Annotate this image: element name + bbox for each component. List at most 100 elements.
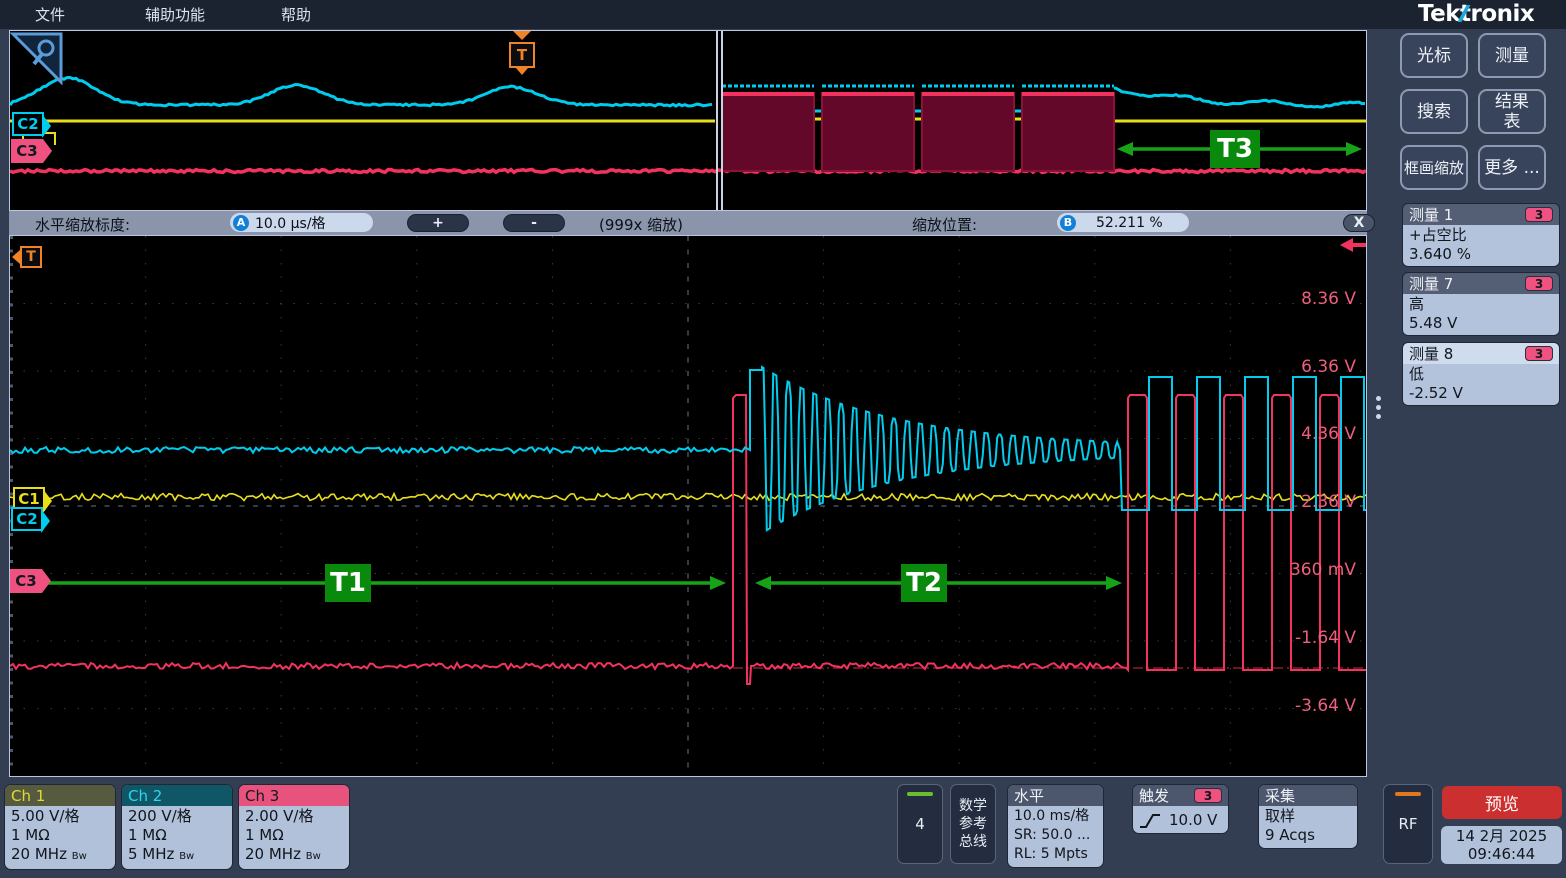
acquisition-title: 采集	[1259, 785, 1357, 806]
acquisition-count: 9 Acqs	[1265, 826, 1351, 845]
channel-2-scale: 200 V/格	[128, 807, 226, 826]
trigger-flag-box: T	[509, 42, 535, 68]
waveform-overview[interactable]	[9, 30, 1367, 211]
measurement-1-source-badge: 3	[1525, 207, 1553, 222]
knob-b-icon: B	[1060, 215, 1076, 231]
zoom-close-button[interactable]: X	[1343, 214, 1375, 232]
measurement-7-value: 5.48 V	[1409, 314, 1553, 333]
panel-drag-handle[interactable]	[1376, 396, 1382, 423]
zoom-out-button[interactable]: -	[503, 214, 565, 232]
channel-3-scale: 2.00 V/格	[245, 807, 343, 826]
zoom-scale-label: 水平缩放标度:	[35, 214, 130, 235]
measurement-7-title: 测量 7	[1409, 273, 1453, 294]
channel-4-badge[interactable]: 4	[897, 784, 943, 864]
axis-label-3: 2.36 V	[1256, 492, 1356, 512]
zoom-mode-icon[interactable]	[10, 31, 64, 85]
trigger-title: 触发	[1139, 785, 1169, 806]
zoom-window-left-edge[interactable]	[716, 31, 718, 210]
horizontal-badge[interactable]: 水平 10.0 ms/格 SR: 50.0 ... RL: 5 Mpts	[1007, 784, 1104, 868]
measurement-1-value: 3.640 %	[1409, 245, 1553, 264]
channel-2-bw-suffix: Bw	[179, 851, 194, 862]
rising-edge-icon	[1139, 813, 1161, 829]
measurement-8-title: 测量 8	[1409, 343, 1453, 364]
trigger-triangle-icon	[513, 31, 531, 40]
rf-badge[interactable]: RF	[1383, 784, 1433, 864]
channel-1-scale: 5.00 V/格	[11, 807, 109, 826]
channel-3-bandwidth: 20 MHz	[245, 845, 301, 863]
channel-1-impedance: 1 MΩ	[11, 826, 109, 845]
measurement-card-7[interactable]: 测量 7 3 高 5.48 V	[1402, 272, 1560, 336]
trigger-badge[interactable]: 触发 3 10.0 V	[1132, 784, 1229, 834]
sidebar-button-box-zoom[interactable]: 框画缩放	[1400, 145, 1468, 190]
channel-2-name: Ch 2	[122, 785, 232, 806]
measurement-7-source-badge: 3	[1525, 276, 1553, 291]
zoom-position-value: 52.211 %	[1096, 215, 1163, 231]
zoom-window-left-edge2[interactable]	[721, 31, 723, 210]
rf-color-dash	[1395, 792, 1421, 796]
zoom-in-button[interactable]: +	[407, 214, 469, 232]
acquisition-badge[interactable]: 采集 取样 9 Acqs	[1258, 784, 1358, 849]
t3-annotation-label: T3	[1210, 130, 1260, 168]
main-waveform-canvas	[10, 236, 1366, 776]
acquisition-mode: 取样	[1265, 807, 1351, 826]
zoom-scale-control[interactable]: A 10.0 µs/格	[230, 213, 373, 232]
channel-3-bw-suffix: Bw	[306, 851, 321, 862]
measurement-8-name: 低	[1409, 365, 1553, 384]
axis-label-6: -3.64 V	[1256, 696, 1356, 716]
menu-file[interactable]: 文件	[35, 4, 65, 25]
measurement-card-8[interactable]: 测量 8 3 低 -2.52 V	[1402, 342, 1560, 406]
zoom-position-control[interactable]: B 52.211 %	[1057, 213, 1189, 232]
measurement-1-name: +占空比	[1409, 226, 1553, 245]
axis-label-2: 4.36 V	[1256, 424, 1356, 444]
menu-bar: 文件 辅助功能 帮助 Tektronix	[0, 0, 1566, 29]
horizontal-title: 水平	[1008, 785, 1103, 806]
sidebar-button-search[interactable]: 搜索	[1400, 89, 1468, 134]
channel-3-badge[interactable]: Ch 3 2.00 V/格 1 MΩ 20 MHz Bw	[238, 784, 350, 870]
sidebar-button-more[interactable]: 更多 ...	[1478, 145, 1546, 190]
channel-2-bandwidth: 5 MHz	[128, 845, 174, 863]
channel-1-badge[interactable]: Ch 1 5.00 V/格 1 MΩ 20 MHz Bw	[4, 784, 116, 870]
time-text: 09:46:44	[1441, 845, 1562, 863]
measurement-1-title: 测量 1	[1409, 204, 1453, 225]
trigger-notch-icon	[516, 68, 528, 75]
measurement-card-1[interactable]: 测量 1 3 +占空比 3.640 %	[1402, 203, 1560, 267]
channel-2-badge[interactable]: Ch 2 200 V/格 1 MΩ 5 MHz Bw	[121, 784, 233, 870]
channel-1-bw-suffix: Bw	[72, 851, 87, 862]
main-ch2-label[interactable]: C2	[11, 507, 43, 531]
date-text: 14 2月 2025	[1441, 827, 1562, 845]
datetime-badge[interactable]: 14 2月 2025 09:46:44	[1441, 826, 1562, 864]
zoom-factor-readout: (999x 缩放)	[599, 214, 683, 235]
main-waveform-display[interactable]	[9, 235, 1367, 777]
horizontal-sample-rate: SR: 50.0 ...	[1014, 826, 1097, 845]
measurement-8-source-badge: 3	[1525, 346, 1553, 361]
menu-help[interactable]: 帮助	[281, 4, 311, 25]
overview-waveform-canvas	[10, 31, 1366, 210]
trigger-position-marker[interactable]: T	[505, 31, 539, 75]
trigger-indicator-main[interactable]: T	[12, 246, 42, 268]
zoom-scale-value: 10.0 µs/格	[255, 213, 326, 233]
zoom-toolbar: 水平缩放标度: A 10.0 µs/格 + - (999x 缩放) 缩放位置: …	[9, 211, 1367, 235]
sidebar-button-measure[interactable]: 测量	[1478, 33, 1546, 78]
overview-ch2-label[interactable]: C2	[12, 112, 44, 136]
axis-label-5: -1.64 V	[1256, 628, 1356, 648]
zoom-position-label: 缩放位置:	[912, 214, 977, 235]
channel-3-impedance: 1 MΩ	[245, 826, 343, 845]
main-ch3-label[interactable]: C3	[10, 569, 42, 593]
trigger-left-triangle-icon	[12, 250, 20, 264]
sidebar-button-results-table[interactable]: 结果 表	[1478, 89, 1546, 134]
overview-ch3-label[interactable]: C3	[11, 139, 43, 163]
knob-a-icon: A	[233, 215, 249, 231]
math-ref-bus-badge[interactable]: 数学 参考 总线	[950, 784, 996, 864]
channel-1-bandwidth: 20 MHz	[11, 845, 67, 863]
preview-button[interactable]: 预览	[1442, 786, 1562, 819]
rf-label: RF	[1398, 815, 1417, 833]
oscilloscope-app: 文件 辅助功能 帮助 Tektronix C2 C3 T T3 水平缩放标度: …	[0, 0, 1566, 878]
sidebar-button-cursor[interactable]: 光标	[1400, 33, 1468, 78]
channel-4-label: 4	[915, 815, 925, 833]
horizontal-scale: 10.0 ms/格	[1014, 807, 1097, 826]
measurement-8-value: -2.52 V	[1409, 384, 1553, 403]
trigger-level: 10.0 V	[1169, 811, 1217, 830]
trigger-source-badge: 3	[1194, 788, 1222, 803]
axis-label-4: 360 mV	[1256, 560, 1356, 580]
menu-utility[interactable]: 辅助功能	[145, 4, 205, 25]
